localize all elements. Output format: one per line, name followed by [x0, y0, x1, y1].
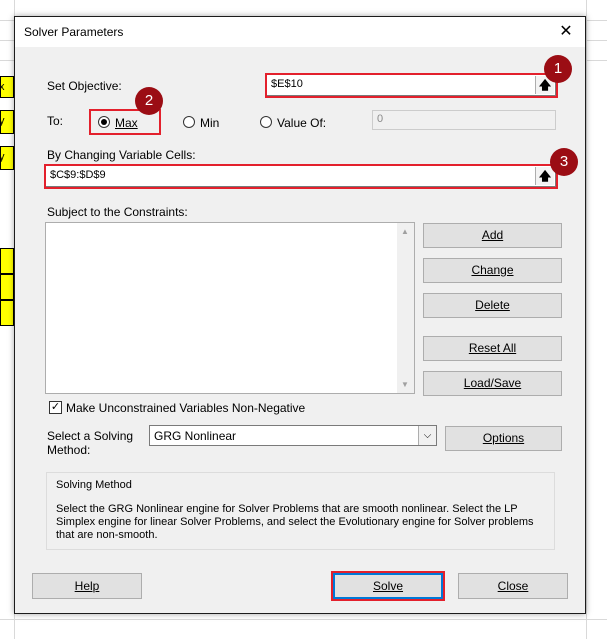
sheet-cell	[0, 300, 14, 326]
value-of-label[interactable]: Value Of:	[277, 116, 326, 130]
load-save-button[interactable]: Load/Save	[423, 371, 562, 396]
min-label[interactable]: Min	[200, 116, 219, 130]
dialog-title: Solver Parameters	[24, 25, 124, 39]
reset-all-button[interactable]: Reset All	[423, 336, 562, 361]
set-objective-value: $E$10	[271, 78, 303, 90]
add-button[interactable]: Add	[423, 223, 562, 248]
step-badge: 2	[135, 87, 163, 115]
grid-line	[586, 0, 587, 639]
nonnegative-label[interactable]: Make Unconstrained Variables Non-Negativ…	[66, 401, 305, 415]
changing-cells-label: By Changing Variable Cells:	[47, 148, 196, 162]
sheet-cell	[0, 274, 14, 300]
change-button[interactable]: Change	[423, 258, 562, 283]
solving-method-description: Select the GRG Nonlinear engine for Solv…	[56, 503, 534, 541]
scroll-up-icon[interactable]: ▲	[401, 227, 409, 236]
max-label[interactable]: Max	[115, 116, 138, 130]
constraints-list[interactable]: ▲ ▼	[45, 222, 415, 394]
step-badge: 1	[544, 55, 572, 83]
value-of-value: 0	[377, 113, 384, 125]
set-objective-label: Set Objective:	[47, 79, 122, 93]
constraints-label: Subject to the Constraints:	[47, 205, 188, 219]
value-of-input[interactable]: 0	[372, 110, 556, 130]
step-badge: 3	[550, 148, 578, 176]
close-icon[interactable]: ✕	[551, 19, 581, 45]
sheet-cell: y <	[0, 146, 14, 170]
close-button[interactable]: Close	[458, 573, 568, 599]
solving-method-label: Select a Solving	[47, 429, 134, 443]
sheet-cell: y <	[0, 110, 14, 134]
scroll-down-icon[interactable]: ▼	[401, 380, 409, 389]
solve-button[interactable]: Solve	[333, 573, 443, 599]
sheet-cell	[0, 248, 14, 274]
solving-method-select[interactable]: GRG Nonlinear ⌵	[149, 425, 437, 446]
constraints-scrollbar[interactable]: ▲ ▼	[397, 223, 414, 393]
min-radio[interactable]	[183, 116, 195, 128]
value-of-radio[interactable]	[260, 116, 272, 128]
title-bar: Solver Parameters ✕	[15, 17, 585, 47]
set-objective-input[interactable]: $E$10 🡅	[266, 74, 556, 96]
to-label: To:	[47, 114, 64, 128]
chevron-down-icon[interactable]: ⌵	[418, 426, 436, 445]
changing-cells-input[interactable]: $C$9:$D$9 🡅	[45, 165, 556, 187]
solving-method-value: GRG Nonlinear	[154, 429, 237, 443]
solving-method-group-title: Solving Method	[56, 479, 132, 491]
max-radio[interactable]	[98, 116, 110, 128]
options-button[interactable]: Options	[445, 426, 562, 451]
collapse-dialog-icon[interactable]: 🡅	[535, 167, 554, 185]
changing-cells-value: $C$9:$D$9	[50, 169, 106, 181]
solving-method-label-2: Method:	[47, 443, 91, 457]
help-button[interactable]: Help	[32, 573, 142, 599]
grid-line	[0, 619, 607, 620]
solving-method-group: Solving Method Select the GRG Nonlinear …	[46, 472, 555, 550]
nonnegative-checkbox[interactable]: ✓	[49, 401, 62, 414]
solver-dialog: Solver Parameters ✕ Set Objective: $E$10…	[14, 16, 586, 614]
delete-button[interactable]: Delete	[423, 293, 562, 318]
sheet-cell: x +	[0, 76, 14, 98]
